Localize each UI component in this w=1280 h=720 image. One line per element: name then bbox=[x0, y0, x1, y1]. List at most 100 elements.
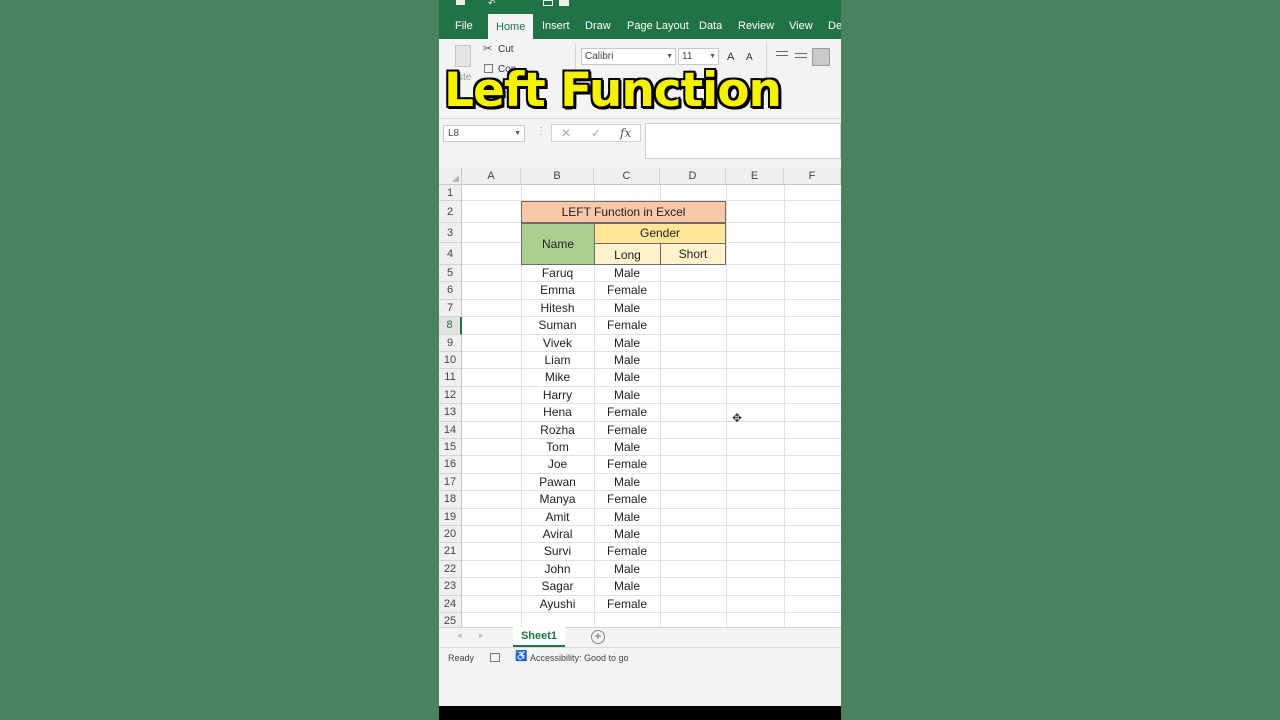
more-options-icon[interactable]: ⋮ bbox=[536, 126, 546, 137]
cell-short[interactable] bbox=[660, 596, 726, 613]
cut-button[interactable]: Cut bbox=[498, 44, 514, 55]
cell-short[interactable] bbox=[660, 387, 726, 404]
cell-name[interactable]: Harry bbox=[521, 387, 594, 404]
cell-name[interactable]: Mike bbox=[521, 369, 594, 386]
cell-long[interactable]: Male bbox=[594, 265, 660, 282]
cell-name[interactable]: Tom bbox=[521, 439, 594, 456]
column-header-e[interactable]: E bbox=[726, 168, 784, 185]
column-header-a[interactable]: A bbox=[462, 168, 521, 185]
row-header[interactable]: 7 bbox=[439, 299, 462, 318]
row-header[interactable]: 16 bbox=[439, 456, 462, 474]
column-header-c[interactable]: C bbox=[594, 168, 660, 185]
cell-short[interactable] bbox=[660, 282, 726, 299]
row-header[interactable]: 8 bbox=[439, 317, 462, 335]
cell-name[interactable]: Joe bbox=[521, 456, 594, 473]
cell-short[interactable] bbox=[660, 335, 726, 352]
cell-short[interactable] bbox=[660, 474, 726, 491]
insert-function-icon[interactable]: fx bbox=[620, 126, 631, 140]
row-header[interactable]: 12 bbox=[439, 386, 462, 405]
cell-short[interactable] bbox=[660, 456, 726, 473]
undo-icon[interactable]: ↶ bbox=[488, 0, 496, 9]
cell-long[interactable]: Female bbox=[594, 456, 660, 473]
row-header[interactable]: 24 bbox=[439, 595, 462, 613]
cell-long[interactable]: Male bbox=[594, 439, 660, 456]
tab-draw[interactable]: Draw bbox=[585, 14, 611, 39]
cell-short[interactable] bbox=[660, 526, 726, 543]
row-header[interactable]: 4 bbox=[439, 243, 462, 265]
cell-long[interactable]: Male bbox=[594, 335, 660, 352]
cell-long[interactable]: Female bbox=[594, 491, 660, 508]
column-header-f[interactable]: F bbox=[784, 168, 841, 185]
save-icon[interactable] bbox=[456, 0, 465, 5]
add-sheet-icon[interactable]: + bbox=[591, 630, 605, 644]
name-box[interactable]: L8 ▼ bbox=[443, 125, 525, 142]
cell-name[interactable]: Survi bbox=[521, 543, 594, 560]
cell-name[interactable]: Hitesh bbox=[521, 300, 594, 317]
cell-long[interactable]: Male bbox=[594, 474, 660, 491]
cell-short[interactable] bbox=[660, 561, 726, 578]
cell-name[interactable]: Liam bbox=[521, 352, 594, 369]
cell-long[interactable]: Male bbox=[594, 526, 660, 543]
cell-name[interactable]: Aviral bbox=[521, 526, 594, 543]
cell-short[interactable] bbox=[660, 265, 726, 282]
row-header[interactable]: 1 bbox=[439, 185, 462, 201]
scroll-right-icon[interactable]: ▸ bbox=[479, 630, 484, 641]
cell-short[interactable] bbox=[660, 352, 726, 369]
row-header[interactable]: 5 bbox=[439, 265, 462, 283]
cell-name[interactable]: Emma bbox=[521, 282, 594, 299]
row-header[interactable]: 14 bbox=[439, 421, 462, 439]
cell-name[interactable]: Pawan bbox=[521, 474, 594, 491]
cell-short[interactable] bbox=[660, 578, 726, 595]
tab-data[interactable]: Data bbox=[699, 14, 722, 39]
cell-long[interactable]: Female bbox=[594, 404, 660, 421]
cell-name[interactable]: Manya bbox=[521, 491, 594, 508]
cell-long[interactable]: Male bbox=[594, 578, 660, 595]
row-header[interactable]: 3 bbox=[439, 223, 462, 243]
row-header[interactable]: 17 bbox=[439, 473, 462, 492]
accessibility-status[interactable]: Accessibility: Good to go bbox=[530, 653, 629, 663]
gender-header[interactable]: Gender bbox=[594, 223, 726, 244]
cell-name[interactable]: Amit bbox=[521, 509, 594, 526]
cell-long[interactable]: Female bbox=[594, 282, 660, 299]
short-header[interactable]: Short bbox=[660, 243, 726, 265]
sheet-tab-sheet1[interactable]: Sheet1 bbox=[513, 627, 565, 647]
cell-short[interactable] bbox=[660, 369, 726, 386]
row-header[interactable]: 9 bbox=[439, 334, 462, 352]
cell-name[interactable]: Faruq bbox=[521, 265, 594, 282]
cell-long[interactable]: Female bbox=[594, 596, 660, 613]
cell-long[interactable]: Male bbox=[594, 387, 660, 404]
row-header[interactable]: 19 bbox=[439, 508, 462, 526]
tab-file[interactable]: File bbox=[455, 14, 473, 39]
cell-short[interactable] bbox=[660, 543, 726, 560]
row-header[interactable]: 21 bbox=[439, 543, 462, 561]
tab-view[interactable]: View bbox=[789, 14, 813, 39]
accessibility-icon[interactable]: ♿ bbox=[515, 651, 527, 662]
cell-short[interactable] bbox=[660, 439, 726, 456]
worksheet-grid[interactable]: A B C D E F 1 2 3 4 5 6 7 8 9 10 11 12 13 14 15 16 17 18 1… bbox=[439, 168, 841, 631]
cell-name[interactable]: Suman bbox=[521, 317, 594, 334]
cell-name[interactable]: Ayushi bbox=[521, 596, 594, 613]
tab-insert[interactable]: Insert bbox=[542, 14, 570, 39]
cell-short[interactable] bbox=[660, 300, 726, 317]
align-top-icon[interactable] bbox=[776, 51, 788, 56]
cell-long[interactable]: Male bbox=[594, 352, 660, 369]
column-header-b[interactable]: B bbox=[521, 168, 594, 185]
row-header[interactable]: 11 bbox=[439, 369, 462, 387]
formula-input[interactable] bbox=[645, 123, 841, 159]
print-preview-icon[interactable] bbox=[543, 0, 553, 6]
cell-name[interactable]: Rozha bbox=[521, 422, 594, 439]
tab-home[interactable]: Home bbox=[488, 14, 534, 39]
row-header[interactable]: 22 bbox=[439, 560, 462, 579]
cell-name[interactable]: Sagar bbox=[521, 578, 594, 595]
cell-short[interactable] bbox=[660, 404, 726, 421]
cell-name[interactable]: John bbox=[521, 561, 594, 578]
cut-icon[interactable]: ✂ bbox=[483, 42, 492, 55]
row-header[interactable]: 2 bbox=[439, 201, 462, 223]
cell-long[interactable]: Female bbox=[594, 543, 660, 560]
macro-record-icon[interactable] bbox=[490, 653, 500, 662]
row-header[interactable]: 18 bbox=[439, 491, 462, 509]
row-header[interactable]: 10 bbox=[439, 352, 462, 370]
row-header[interactable]: 20 bbox=[439, 526, 462, 544]
tab-page-layout[interactable]: Page Layout bbox=[627, 14, 689, 39]
tab-developer[interactable]: De bbox=[828, 14, 841, 39]
